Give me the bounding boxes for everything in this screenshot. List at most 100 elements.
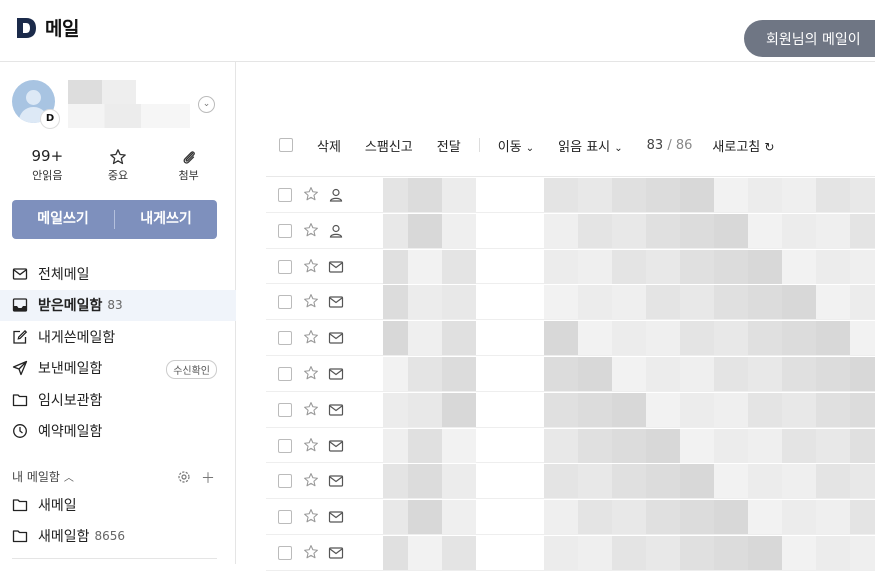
redacted-sender	[442, 392, 476, 427]
my-folders-header: 내 메일함 ︿ ＋	[12, 468, 217, 488]
row-checkbox[interactable]	[278, 331, 292, 346]
star-icon[interactable]	[303, 329, 319, 349]
chevron-up-icon[interactable]: ︿	[64, 473, 74, 484]
table-row[interactable]	[266, 499, 875, 535]
stat-unread[interactable]: 99+ 안읽음	[12, 147, 83, 187]
redacted-subject	[748, 249, 782, 284]
mark-read-dropdown[interactable]: 읽음 표시 ⌄	[558, 136, 623, 155]
avatar-badge: D	[40, 109, 60, 129]
row-checkbox[interactable]	[278, 188, 292, 202]
redacted-subject	[850, 213, 875, 248]
redacted-sender	[442, 213, 476, 248]
folder-label: 예약메일함	[38, 424, 103, 441]
row-checkbox[interactable]	[278, 510, 292, 525]
move-dropdown[interactable]: 이동 ⌄	[498, 136, 534, 155]
row-checkbox[interactable]	[278, 295, 292, 310]
forward-button[interactable]: 전달	[437, 136, 461, 155]
redacted-subject	[748, 500, 782, 535]
mail-toolbar: 삭제 스팸신고 전달 이동 ⌄ 읽음 표시 ⌄ 83 / 86 새로고침 ↻	[266, 130, 875, 160]
redacted-subject	[748, 392, 782, 427]
redacted-sender	[383, 213, 408, 248]
redacted-subject	[612, 500, 646, 535]
redacted-subject	[748, 464, 782, 499]
redacted-subject	[646, 321, 680, 356]
star-icon[interactable]	[303, 222, 319, 242]
promo-banner[interactable]: 회원님의 메일이	[744, 20, 875, 57]
redacted-subject	[544, 285, 578, 320]
stat-important[interactable]: 중요	[83, 147, 154, 187]
star-icon[interactable]	[303, 258, 319, 278]
my-folders-title[interactable]: 내 메일함	[12, 470, 60, 484]
spam-report-button[interactable]: 스팸신고	[365, 136, 413, 155]
redacted-subject	[714, 392, 748, 427]
redacted-subject	[816, 321, 850, 356]
row-checkbox[interactable]	[278, 474, 292, 489]
redacted-subject	[782, 285, 816, 320]
redacted-subject	[680, 321, 714, 356]
folder-drafts[interactable]: 임시보관함	[0, 384, 236, 416]
redacted-subject	[578, 321, 612, 356]
redacted-sender	[442, 500, 476, 535]
redacted-subject	[748, 178, 782, 212]
redacted-sender	[383, 285, 408, 320]
row-checkbox[interactable]	[278, 223, 292, 238]
row-checkbox[interactable]	[278, 366, 292, 381]
envelope-icon	[328, 330, 344, 350]
delete-button[interactable]: 삭제	[317, 136, 341, 155]
unread-count: 99+	[31, 147, 64, 165]
star-icon[interactable]	[303, 293, 319, 313]
table-row[interactable]	[266, 356, 875, 392]
redacted-subject	[816, 356, 850, 391]
star-icon[interactable]	[303, 544, 319, 564]
star-icon[interactable]	[303, 365, 319, 385]
compose-mail-button[interactable]: 메일쓰기	[12, 200, 114, 239]
folder-new-mailbox[interactable]: 새메일함 8656	[0, 521, 236, 553]
folder-sent-to-self[interactable]: 내게쓴메일함	[0, 321, 236, 353]
redacted-subject	[544, 500, 578, 535]
table-row[interactable]	[266, 177, 875, 213]
stat-attachment[interactable]: 첨부	[153, 147, 224, 187]
folder-new-mail[interactable]: 새메일	[0, 489, 236, 521]
redacted-subject	[646, 213, 680, 248]
table-row[interactable]	[266, 249, 875, 285]
redacted-sender	[383, 464, 408, 499]
folder-all-mail[interactable]: 전체메일	[0, 258, 236, 290]
clock-icon	[12, 423, 28, 439]
settings-icon[interactable]	[177, 468, 191, 488]
table-row[interactable]	[266, 284, 875, 321]
envelope-icon	[328, 259, 344, 279]
star-icon[interactable]	[303, 472, 319, 492]
star-icon[interactable]	[303, 508, 319, 528]
table-row[interactable]	[266, 463, 875, 500]
select-all-checkbox[interactable]	[279, 138, 293, 152]
folder-scheduled[interactable]: 예약메일함	[0, 416, 236, 448]
redacted-subject	[816, 535, 850, 570]
star-icon[interactable]	[303, 401, 319, 421]
row-checkbox[interactable]	[278, 402, 292, 417]
table-row[interactable]	[266, 320, 875, 356]
logo[interactable]: 메일	[15, 14, 79, 41]
row-checkbox[interactable]	[278, 438, 292, 453]
envelope-icon	[328, 438, 344, 458]
row-checkbox[interactable]	[278, 545, 292, 560]
folder-inbox[interactable]: 받은메일함 83	[0, 289, 236, 321]
redacted-subject	[612, 535, 646, 570]
read-receipt-button[interactable]: 수신확인	[166, 359, 217, 379]
chevron-down-icon[interactable]: ⌄	[198, 96, 215, 113]
redacted-sender	[442, 464, 476, 499]
star-icon[interactable]	[303, 186, 319, 206]
folder-sent[interactable]: 보낸메일함 수신확인	[0, 353, 236, 385]
table-row[interactable]	[266, 428, 875, 464]
refresh-button[interactable]: 새로고침 ↻	[712, 136, 774, 155]
write-to-self-button[interactable]: 내게쓰기	[115, 200, 217, 239]
table-row[interactable]	[266, 213, 875, 249]
redacted-subject	[816, 464, 850, 499]
table-row[interactable]	[266, 392, 875, 428]
redacted-subject	[680, 249, 714, 284]
sidebar: D ⌄ 99+ 안읽음 중요 첨부 메일쓰기 내게쓰기 전체메일 받은메일함 8…	[0, 62, 236, 564]
star-icon[interactable]	[303, 437, 319, 457]
table-row[interactable]	[266, 535, 875, 571]
row-checkbox[interactable]	[278, 259, 292, 274]
add-icon[interactable]: ＋	[201, 468, 215, 488]
redacted-subject	[612, 392, 646, 427]
